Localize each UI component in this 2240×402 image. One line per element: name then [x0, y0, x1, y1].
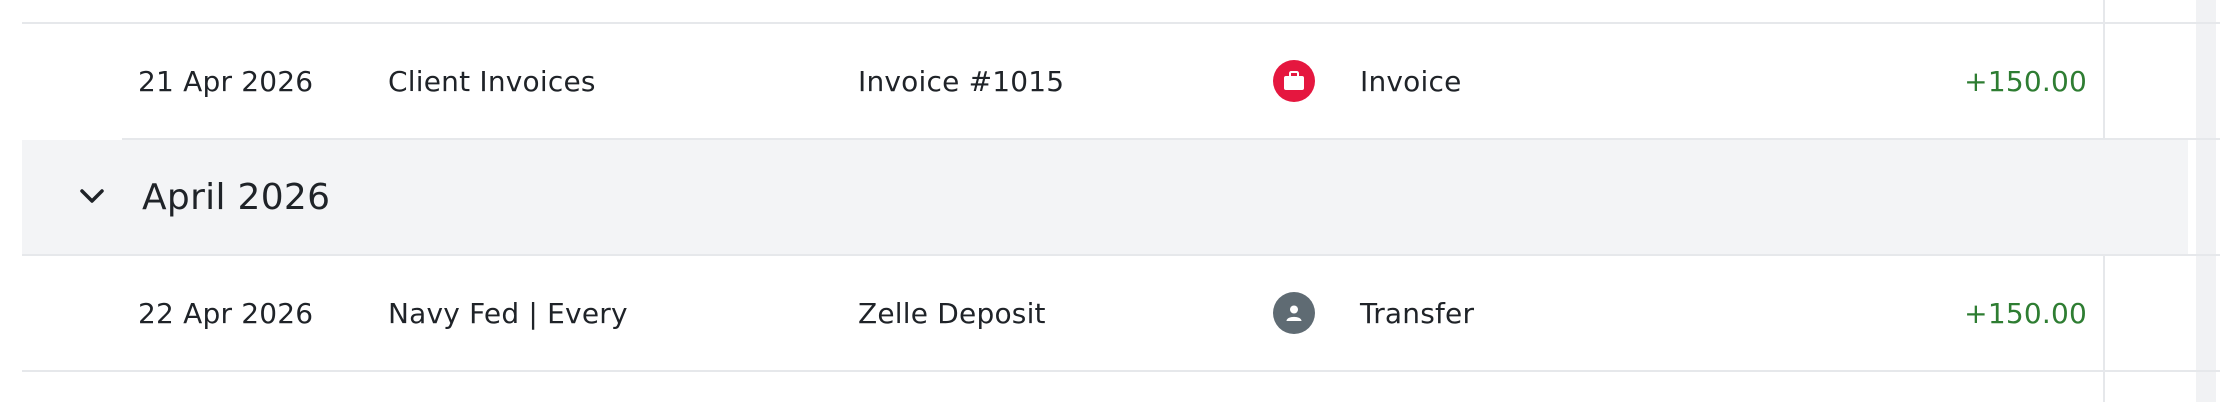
transaction-category[interactable]: Invoice: [1360, 24, 1760, 138]
category-badge: [1273, 256, 1315, 370]
table-row[interactable]: 22 Apr 2026 Navy Fed | Every… Zelle Depo…: [0, 256, 2220, 370]
transaction-account: Client Invoices: [388, 64, 596, 98]
chevron-down-icon[interactable]: [72, 176, 112, 216]
transaction-amount: +150.00: [1964, 64, 2087, 98]
person-icon: [1273, 292, 1315, 334]
transaction-description: Zelle Deposit: [858, 296, 1046, 330]
transactions-list: 21 Apr 2026 Client Invoices Invoice #101…: [0, 0, 2240, 402]
month-group-header[interactable]: April 2026: [22, 140, 2188, 254]
transaction-amount: +150.00: [1964, 296, 2087, 330]
transaction-description: Invoice #1015: [858, 64, 1065, 98]
transaction-date: 21 Apr 2026: [138, 64, 314, 98]
transaction-account: Navy Fed | Every…: [388, 296, 628, 330]
row-divider: [22, 370, 2220, 372]
category-badge: [1273, 24, 1315, 138]
transaction-category[interactable]: Transfer: [1360, 256, 1760, 370]
month-group-title: April 2026: [142, 176, 331, 218]
transaction-date: 22 Apr 2026: [138, 296, 314, 330]
table-row[interactable]: 21 Apr 2026 Client Invoices Invoice #101…: [0, 24, 2220, 138]
briefcase-icon: [1273, 60, 1315, 102]
